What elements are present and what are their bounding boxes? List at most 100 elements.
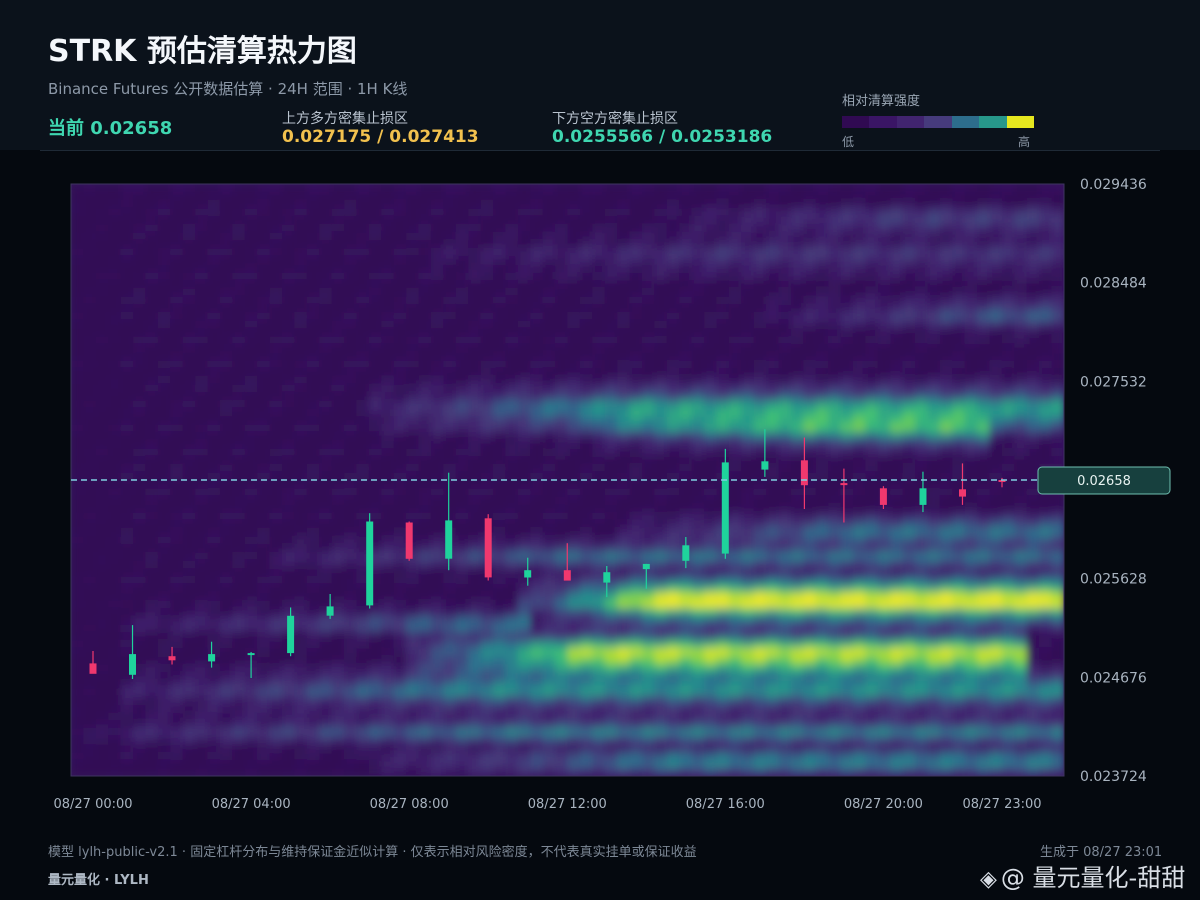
heatmap-cell xyxy=(617,448,631,457)
heatmap-cell xyxy=(257,672,271,681)
heatmap-cell xyxy=(803,248,817,257)
heatmap-cell xyxy=(902,248,916,257)
heatmap-cell xyxy=(666,464,681,473)
heatmap-cell xyxy=(418,696,432,705)
heatmap-cell xyxy=(182,624,196,633)
heatmap-cell xyxy=(232,560,246,569)
heatmap-cell xyxy=(219,360,234,369)
heatmap-cell xyxy=(766,584,780,593)
heatmap-cell xyxy=(294,696,308,705)
heatmap-cell xyxy=(108,712,122,721)
heatmap-cell xyxy=(418,200,432,209)
heatmap-cell xyxy=(294,480,308,489)
heatmap-cell xyxy=(430,208,445,217)
heatmap-cell xyxy=(133,336,147,345)
heatmap-cell xyxy=(393,648,407,657)
heatmap-cell xyxy=(418,544,432,553)
heatmap-cell xyxy=(443,720,457,729)
heatmap-cell xyxy=(319,392,333,401)
heatmap-cell xyxy=(542,200,556,209)
heatmap-cell xyxy=(468,688,482,697)
heatmap-cell xyxy=(406,416,420,425)
heatmap-cell xyxy=(766,768,780,776)
heatmap-cell xyxy=(542,312,556,321)
heatmap-cell xyxy=(579,680,594,689)
heatmap-cell xyxy=(269,280,283,289)
heatmap-cell xyxy=(617,752,631,761)
heatmap-cell xyxy=(629,760,643,769)
heatmap-cell xyxy=(83,448,97,457)
heatmap-cell xyxy=(133,416,147,425)
heatmap-cell xyxy=(704,744,718,753)
heatmap-cell xyxy=(182,592,196,601)
heatmap-cell xyxy=(716,416,730,425)
heatmap-cell xyxy=(555,400,569,409)
heatmap-cell xyxy=(430,624,445,633)
heatmap-cell xyxy=(691,456,705,465)
heatmap-cell xyxy=(294,760,308,769)
heatmap-cell xyxy=(691,184,705,193)
heatmap-cell xyxy=(294,224,308,233)
heatmap-cell xyxy=(406,208,420,217)
heatmap-cell xyxy=(344,680,358,689)
heatmap-cell xyxy=(542,624,556,633)
heatmap-cell xyxy=(418,664,432,673)
heatmap-cell xyxy=(579,408,594,417)
heatmap-cell xyxy=(368,344,383,353)
heatmap-cell xyxy=(493,344,507,353)
heatmap-cell xyxy=(306,464,321,473)
heatmap-cell xyxy=(716,216,730,225)
heatmap-cell xyxy=(704,304,718,313)
heatmap-cell xyxy=(83,568,97,577)
heatmap-cell xyxy=(728,232,743,241)
heatmap-cell xyxy=(319,688,333,697)
heatmap-cell xyxy=(815,720,829,729)
heatmap-cell xyxy=(766,200,780,209)
heatmap-cell xyxy=(617,688,631,697)
heatmap-cell xyxy=(455,256,469,265)
heatmap-cell xyxy=(319,296,333,305)
heatmap-cell xyxy=(592,560,606,569)
heatmap-cell xyxy=(418,408,432,417)
heatmap-cell xyxy=(617,624,631,633)
heatmap-cell xyxy=(232,368,246,377)
heatmap-cell xyxy=(852,344,867,353)
heatmap-cell xyxy=(778,712,792,721)
heatmap-cell xyxy=(728,400,743,409)
heatmap-cell xyxy=(195,688,209,697)
heatmap-cell xyxy=(294,384,308,393)
heatmap-cell xyxy=(133,624,147,633)
heatmap-cell xyxy=(629,520,643,529)
heatmap-cell xyxy=(356,320,370,329)
heatmap-cell xyxy=(728,744,743,753)
heatmap-cell xyxy=(840,320,854,329)
heatmap-cell xyxy=(666,264,681,273)
heatmap-cell xyxy=(877,736,892,745)
heatmap-cell xyxy=(567,664,581,673)
heatmap-cell xyxy=(704,232,718,241)
heatmap-cell xyxy=(219,632,234,641)
heatmap-cell xyxy=(170,264,184,273)
heatmap-cell xyxy=(803,320,817,329)
heatmap-cell xyxy=(83,232,97,241)
heatmap-cell xyxy=(567,184,581,193)
heatmap-cell xyxy=(157,552,172,561)
heatmap-cell xyxy=(753,216,767,225)
heatmap-cell xyxy=(877,400,892,409)
heatmap-cell xyxy=(71,560,85,569)
heatmap-cell xyxy=(691,224,705,233)
heatmap-cell xyxy=(828,496,842,505)
heatmap-cell xyxy=(840,368,854,377)
heatmap-cell xyxy=(145,584,159,593)
heatmap-cell xyxy=(294,312,308,321)
heatmap-cell xyxy=(815,616,829,625)
heatmap-cell xyxy=(418,352,432,361)
heatmap-cell xyxy=(232,288,246,297)
heatmap-cell xyxy=(455,432,469,441)
heatmap-cell xyxy=(468,656,482,665)
heatmap-cell xyxy=(604,376,618,385)
heatmap-cell xyxy=(182,496,196,505)
heatmap-cell xyxy=(579,720,594,729)
heatmap-cell xyxy=(282,232,296,241)
heatmap-cell xyxy=(567,264,581,273)
